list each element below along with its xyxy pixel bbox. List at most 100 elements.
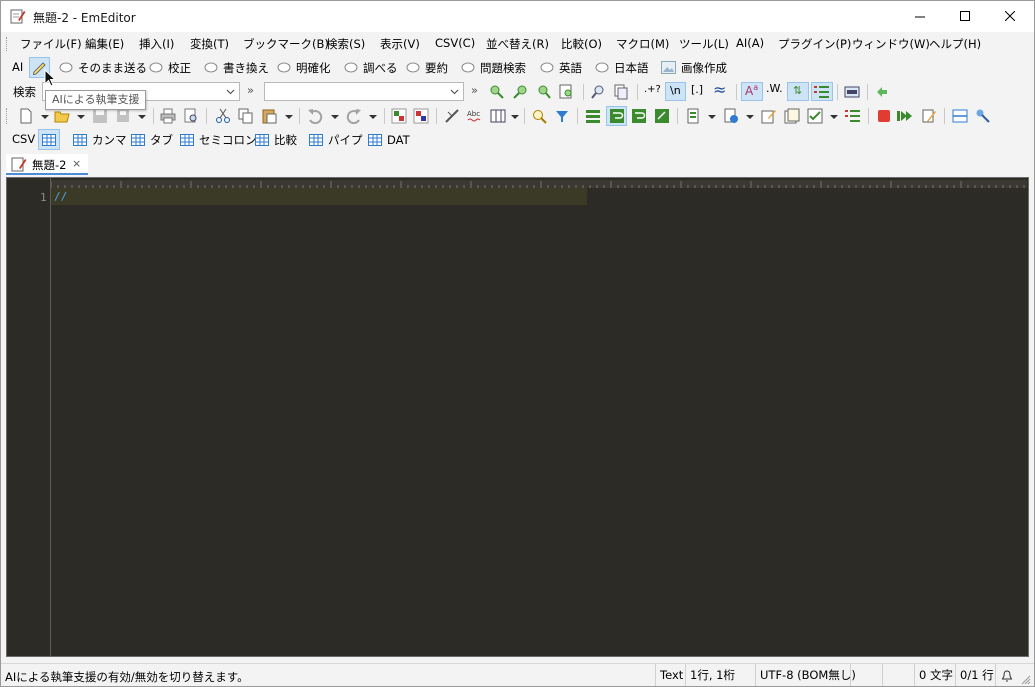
save-dropdown-icon[interactable] — [134, 108, 150, 124]
properties-icon[interactable] — [784, 108, 800, 124]
notification-bell[interactable] — [995, 664, 1017, 686]
menu-bookmark[interactable]: ブックマーク(B) — [243, 36, 329, 52]
print-preview-icon[interactable] — [183, 108, 199, 124]
encoding-dropdown-icon[interactable] — [742, 108, 758, 124]
menu-ai[interactable]: AI(A) — [736, 36, 764, 50]
open-folder-icon[interactable] — [54, 108, 70, 124]
chevron-down-icon[interactable] — [450, 87, 459, 96]
ai-image-create-button[interactable]: 画像作成 — [661, 58, 727, 77]
print-icon[interactable] — [160, 108, 176, 124]
columns-dropdown-icon[interactable] — [507, 108, 523, 124]
line-number-gutter[interactable] — [7, 178, 51, 656]
csv-tab-button[interactable]: タブ — [131, 130, 173, 149]
menu-macro[interactable]: マクロ(M) — [616, 36, 669, 52]
save-all-icon[interactable] — [115, 108, 131, 124]
match-case-toggle[interactable]: Aa — [741, 82, 763, 101]
column-ruler[interactable] — [51, 180, 1027, 188]
cut-icon[interactable] — [215, 108, 231, 124]
menu-compare[interactable]: 比較(O) — [561, 36, 602, 52]
undo-icon[interactable] — [307, 108, 323, 124]
ai-english-button[interactable]: 英語 — [540, 58, 582, 77]
maximize-button[interactable] — [942, 0, 988, 31]
convert-width-icon[interactable] — [413, 108, 429, 124]
find-dialog-icon[interactable] — [591, 84, 607, 100]
save-icon[interactable] — [92, 108, 108, 124]
csv-semicolon-button[interactable]: セミコロン — [180, 130, 257, 149]
bracket-toggle[interactable]: [.] — [691, 83, 703, 96]
ai-summarize-button[interactable]: 要約 — [406, 58, 448, 77]
menu-view[interactable]: 表示(V) — [380, 36, 420, 52]
find-in-files-icon[interactable] — [613, 84, 629, 100]
edit-macro-icon[interactable] — [921, 108, 937, 124]
find-in-selection-icon[interactable] — [559, 84, 575, 100]
resize-grip-icon[interactable] — [1021, 675, 1031, 685]
numbering-icon[interactable] — [845, 108, 861, 124]
replace-combo[interactable] — [264, 82, 464, 101]
find-prev-icon[interactable] — [513, 84, 529, 100]
escape-sequence-toggle[interactable]: \n — [665, 82, 686, 101]
paste-icon[interactable] — [261, 108, 277, 124]
menu-edit[interactable]: 編集(E) — [85, 36, 124, 52]
highlight-results-toggle[interactable] — [811, 82, 833, 101]
close-button[interactable] — [987, 0, 1033, 31]
status-char-count[interactable]: 0 文字 — [914, 664, 955, 686]
find-toolbar-icon[interactable] — [531, 108, 547, 124]
menu-window[interactable]: ウィンドウ(W) — [852, 36, 930, 52]
open-dropdown-icon[interactable] — [73, 108, 89, 124]
copy-icon[interactable] — [238, 108, 254, 124]
status-encoding[interactable]: UTF-8 (BOM無し) — [755, 664, 856, 686]
minimize-button[interactable] — [897, 1, 943, 32]
regex-toggle[interactable]: .+? — [644, 84, 661, 95]
ai-lookup-button[interactable]: 調べる — [344, 58, 398, 77]
macro-list-icon[interactable] — [807, 108, 823, 124]
title-bar[interactable]: 無題-2 - EmEditor — [1, 1, 1034, 32]
ai-send-as-is-button[interactable]: そのまま送る — [59, 58, 147, 77]
status-position[interactable]: 1行, 1桁 — [685, 664, 755, 686]
wrap-by-chars-icon[interactable] — [631, 108, 647, 124]
encoding-icon[interactable] — [723, 108, 739, 124]
menu-search[interactable]: 検索(S) — [326, 36, 365, 52]
new-file-icon[interactable] — [18, 108, 34, 124]
menu-convert[interactable]: 変換(T) — [190, 36, 229, 52]
run-macro-icon[interactable] — [897, 108, 913, 124]
menu-sort[interactable]: 並べ替え(R) — [486, 36, 549, 52]
toolbar-grip[interactable] — [6, 108, 9, 124]
redo-icon[interactable] — [346, 108, 362, 124]
csv-compare-button[interactable]: 比較 — [255, 130, 297, 149]
menu-help[interactable]: ヘルプ(H) — [929, 36, 981, 52]
marks-icon[interactable] — [444, 108, 460, 124]
wrap-by-window-toggle[interactable] — [606, 106, 627, 126]
find-all-icon[interactable] — [536, 84, 552, 100]
menu-grip[interactable] — [6, 37, 9, 51]
convert-case-icon[interactable] — [391, 108, 407, 124]
whole-word-toggle[interactable]: .W. — [766, 82, 783, 95]
menu-tools[interactable]: ツール(L) — [679, 36, 729, 52]
close-search-bar-icon[interactable] — [874, 84, 890, 100]
menu-file[interactable]: ファイル(F) — [20, 36, 82, 52]
macro-dropdown-icon[interactable] — [826, 108, 842, 124]
menu-csv[interactable]: CSV(C) — [435, 36, 475, 50]
csv-dat-button[interactable]: DAT — [368, 130, 410, 149]
search-bar-icon[interactable] — [844, 84, 860, 100]
paste-dropdown-icon[interactable] — [281, 108, 297, 124]
status-mode[interactable]: Text — [655, 664, 685, 686]
chevron-down-icon[interactable] — [226, 87, 235, 96]
ai-rewrite-button[interactable]: 書き換え — [204, 58, 269, 77]
ai-find-issues-button[interactable]: 問題検索 — [461, 58, 526, 77]
status-line-count[interactable]: 0/1 行 — [955, 664, 995, 686]
filter-icon[interactable] — [554, 108, 570, 124]
menu-plugins[interactable]: プラグイン(P) — [778, 36, 851, 52]
spell-check-icon[interactable]: Abc — [467, 108, 483, 124]
columns-icon[interactable] — [490, 108, 506, 124]
document-tab[interactable]: 無題-2 × — [6, 154, 88, 175]
configuration-dropdown-icon[interactable] — [704, 108, 720, 124]
approximate-match-toggle[interactable]: ≈ — [713, 80, 726, 99]
close-tab-icon[interactable]: × — [72, 157, 81, 170]
configuration-icon[interactable] — [685, 108, 701, 124]
new-dropdown-icon[interactable] — [37, 108, 53, 124]
redo-dropdown-icon[interactable] — [365, 108, 381, 124]
ai-japanese-button[interactable]: 日本語 — [595, 58, 649, 77]
csv-comma-button[interactable]: カンマ — [73, 130, 127, 149]
wrap-by-page-icon[interactable] — [654, 108, 670, 124]
search-direction-toggle[interactable]: ⇅ — [787, 82, 809, 101]
